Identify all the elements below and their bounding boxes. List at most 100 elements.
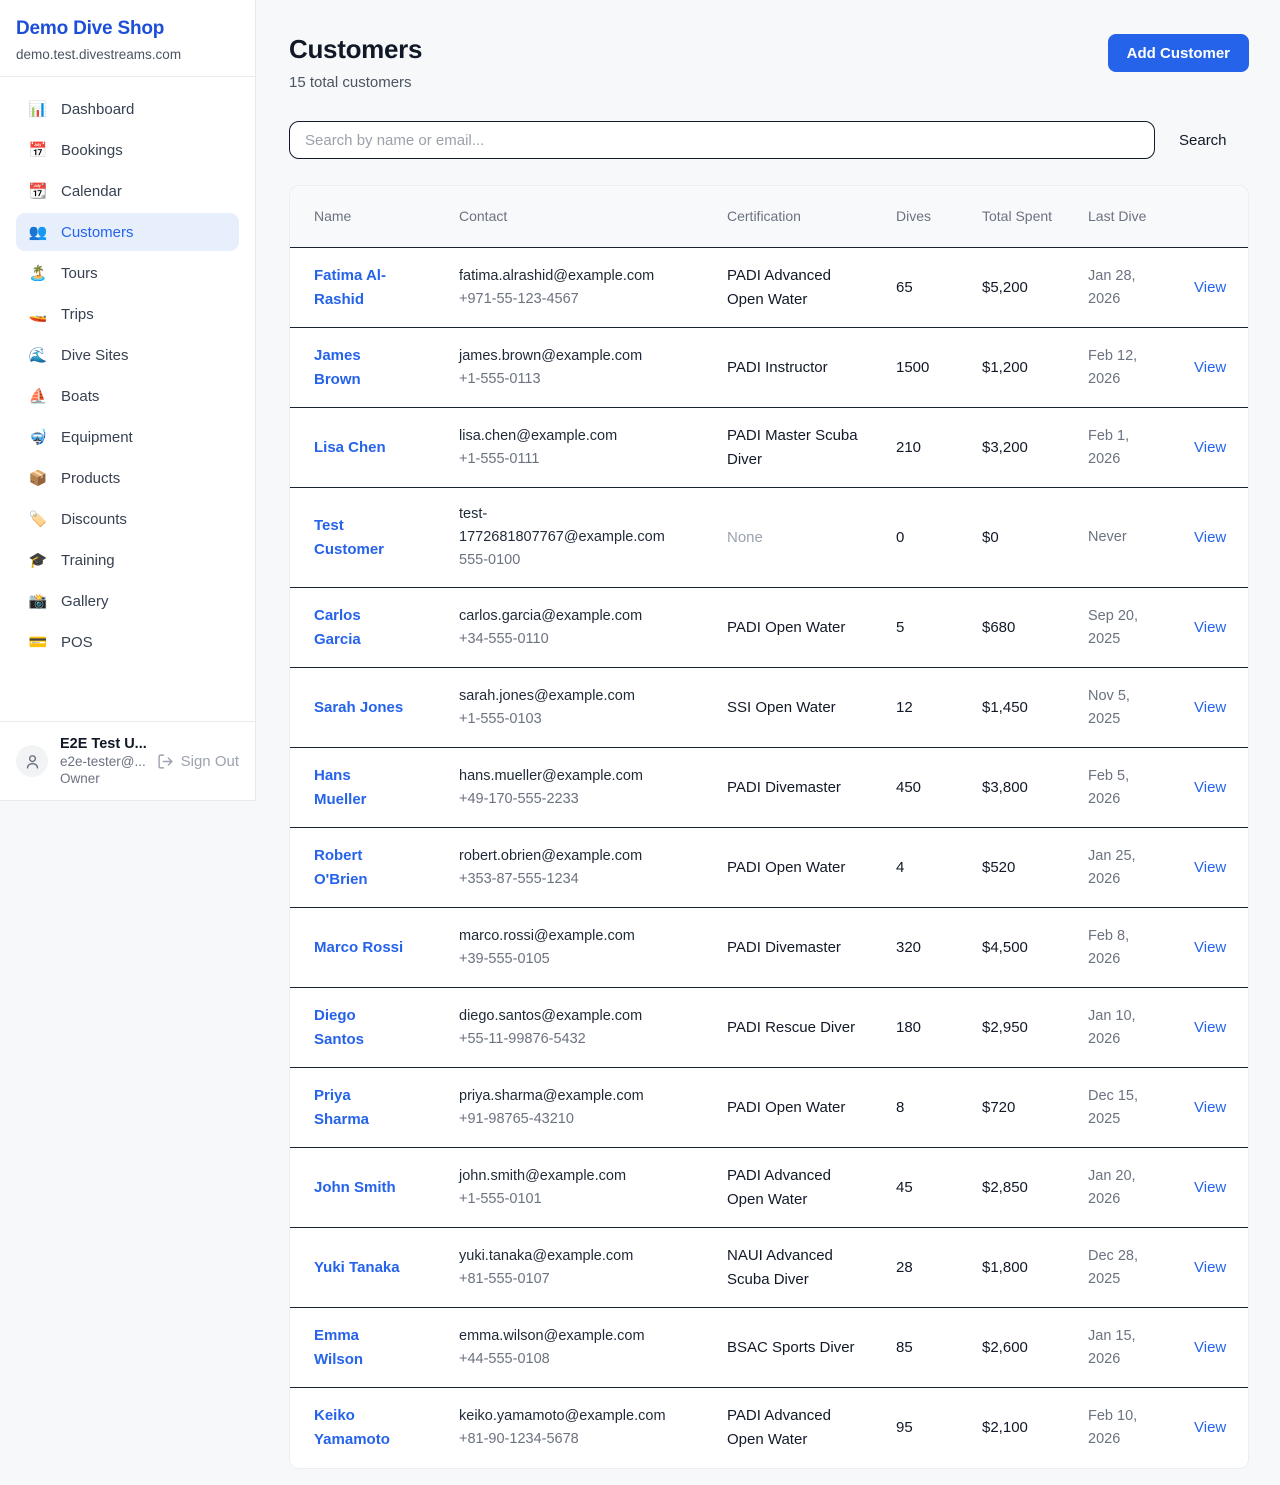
table-row: Marco Rossi marco.rossi@example.com +39-… — [290, 908, 1248, 988]
customer-certification: PADI Open Water — [727, 616, 896, 640]
sidebar-item-label: Customers — [61, 224, 134, 241]
sidebar-item-customers[interactable]: 👥 Customers — [16, 213, 239, 251]
sidebar-item-products[interactable]: 📦 Products — [16, 459, 239, 497]
sidebar-item-trips[interactable]: 🚤 Trips — [16, 295, 239, 333]
sidebar-item-label: Training — [61, 552, 115, 569]
customer-phone: +81-90-1234-5678 — [459, 1428, 677, 1451]
customer-name-link[interactable]: Robert O'Brien — [314, 847, 368, 888]
view-link[interactable]: View — [1194, 779, 1226, 796]
search-button[interactable]: Search — [1179, 124, 1227, 157]
sidebar-item-label: POS — [61, 634, 93, 651]
sidebar-item-label: Discounts — [61, 511, 127, 528]
view-link[interactable]: View — [1194, 859, 1226, 876]
customer-phone: +91-98765-43210 — [459, 1108, 677, 1131]
customer-certification: PADI Rescue Diver — [727, 1016, 896, 1040]
customer-total-spent: $720 — [982, 1096, 1088, 1120]
page-title: Customers — [289, 34, 422, 65]
customer-email: diego.santos@example.com — [459, 1005, 677, 1028]
customer-last-dive: Feb 8, 2026 — [1088, 925, 1194, 971]
customer-phone: +39-555-0105 — [459, 948, 677, 971]
table-row: Priya Sharma priya.sharma@example.com +9… — [290, 1068, 1248, 1148]
sidebar-item-label: Equipment — [61, 429, 133, 446]
customer-last-dive: Nov 5, 2025 — [1088, 685, 1194, 731]
customer-last-dive: Jan 28, 2026 — [1088, 265, 1194, 311]
sidebar-item-dashboard[interactable]: 📊 Dashboard — [16, 90, 239, 128]
customer-name-link[interactable]: Hans Mueller — [314, 767, 367, 808]
table-header-row: Name Contact Certification Dives Total S… — [290, 186, 1248, 248]
sidebar-item-bookings[interactable]: 📅 Bookings — [16, 131, 239, 169]
view-link[interactable]: View — [1194, 1339, 1226, 1356]
sidebar-item-training[interactable]: 🎓 Training — [16, 541, 239, 579]
view-link[interactable]: View — [1194, 619, 1226, 636]
customer-last-dive: Dec 28, 2025 — [1088, 1245, 1194, 1291]
customer-name-link[interactable]: Emma Wilson — [314, 1327, 363, 1368]
customer-name-link[interactable]: James Brown — [314, 347, 361, 388]
column-header-dives: Dives — [896, 196, 982, 237]
customer-total-spent: $1,200 — [982, 356, 1088, 380]
customer-certification: PADI Divemaster — [727, 776, 896, 800]
view-link[interactable]: View — [1194, 699, 1226, 716]
table-body: Fatima Al-Rashid fatima.alrashid@example… — [290, 248, 1248, 1468]
view-link[interactable]: View — [1194, 939, 1226, 956]
customer-dives: 320 — [896, 936, 982, 960]
view-link[interactable]: View — [1194, 1419, 1226, 1436]
pos-icon: 💳 — [28, 633, 48, 651]
view-link[interactable]: View — [1194, 439, 1226, 456]
customer-last-dive: Feb 12, 2026 — [1088, 345, 1194, 391]
customer-last-dive: Jan 25, 2026 — [1088, 845, 1194, 891]
customer-last-dive: Sep 20, 2025 — [1088, 605, 1194, 651]
table-row: Fatima Al-Rashid fatima.alrashid@example… — [290, 248, 1248, 328]
customer-name-link[interactable]: Test Customer — [314, 517, 384, 558]
view-link[interactable]: View — [1194, 279, 1226, 296]
customer-total-spent: $2,850 — [982, 1176, 1088, 1200]
view-link[interactable]: View — [1194, 1179, 1226, 1196]
customer-name-link[interactable]: Marco Rossi — [314, 939, 403, 956]
customer-certification: PADI Master Scuba Diver — [727, 424, 896, 472]
customer-email: priya.sharma@example.com — [459, 1085, 677, 1108]
customers-table: Name Contact Certification Dives Total S… — [289, 185, 1249, 1469]
search-input[interactable] — [289, 121, 1155, 159]
customer-phone: +1-555-0101 — [459, 1188, 677, 1211]
customer-name-link[interactable]: Priya Sharma — [314, 1087, 369, 1128]
customer-email: john.smith@example.com — [459, 1165, 677, 1188]
sidebar-item-calendar[interactable]: 📆 Calendar — [16, 172, 239, 210]
view-link[interactable]: View — [1194, 1259, 1226, 1276]
column-header-last-dive: Last Dive — [1088, 196, 1194, 237]
customer-name-link[interactable]: Carlos Garcia — [314, 607, 361, 648]
sidebar-item-label: Calendar — [61, 183, 122, 200]
calendar-icon: 📆 — [28, 182, 48, 200]
customer-dives: 5 — [896, 616, 982, 640]
customer-name-link[interactable]: Fatima Al-Rashid — [314, 267, 386, 308]
customer-dives: 1500 — [896, 356, 982, 380]
customer-name-link[interactable]: Yuki Tanaka — [314, 1259, 400, 1276]
shop-title: Demo Dive Shop — [16, 18, 239, 40]
customer-dives: 28 — [896, 1256, 982, 1280]
customer-name-link[interactable]: Keiko Yamamoto — [314, 1407, 390, 1448]
add-customer-button[interactable]: Add Customer — [1108, 34, 1249, 72]
view-link[interactable]: View — [1194, 359, 1226, 376]
customer-name-link[interactable]: Sarah Jones — [314, 699, 403, 716]
user-info: E2E Test U... e2e-tester@... Owner — [60, 736, 147, 786]
sidebar-item-dive-sites[interactable]: 🌊 Dive Sites — [16, 336, 239, 374]
view-link[interactable]: View — [1194, 1019, 1226, 1036]
table-row: Emma Wilson emma.wilson@example.com +44-… — [290, 1308, 1248, 1388]
main-content: Customers 15 total customers Add Custome… — [256, 0, 1280, 1469]
column-header-certification: Certification — [727, 196, 896, 237]
view-link[interactable]: View — [1194, 529, 1226, 546]
sidebar-item-gallery[interactable]: 📸 Gallery — [16, 582, 239, 620]
customer-email: james.brown@example.com — [459, 345, 677, 368]
sidebar-item-tours[interactable]: 🏝️ Tours — [16, 254, 239, 292]
customer-name-link[interactable]: Lisa Chen — [314, 439, 386, 456]
sidebar-item-discounts[interactable]: 🏷️ Discounts — [16, 500, 239, 538]
sidebar-item-pos[interactable]: 💳 POS — [16, 623, 239, 661]
view-link[interactable]: View — [1194, 1099, 1226, 1116]
sign-out-icon — [157, 753, 174, 770]
customers-icon: 👥 — [28, 223, 48, 241]
sidebar-item-equipment[interactable]: 🤿 Equipment — [16, 418, 239, 456]
customer-name-link[interactable]: John Smith — [314, 1179, 396, 1196]
customer-name-link[interactable]: Diego Santos — [314, 1007, 364, 1048]
sidebar: Demo Dive Shop demo.test.divestreams.com… — [0, 0, 256, 801]
customer-dives: 450 — [896, 776, 982, 800]
sign-out-button[interactable]: Sign Out — [157, 753, 239, 770]
sidebar-item-boats[interactable]: ⛵ Boats — [16, 377, 239, 415]
